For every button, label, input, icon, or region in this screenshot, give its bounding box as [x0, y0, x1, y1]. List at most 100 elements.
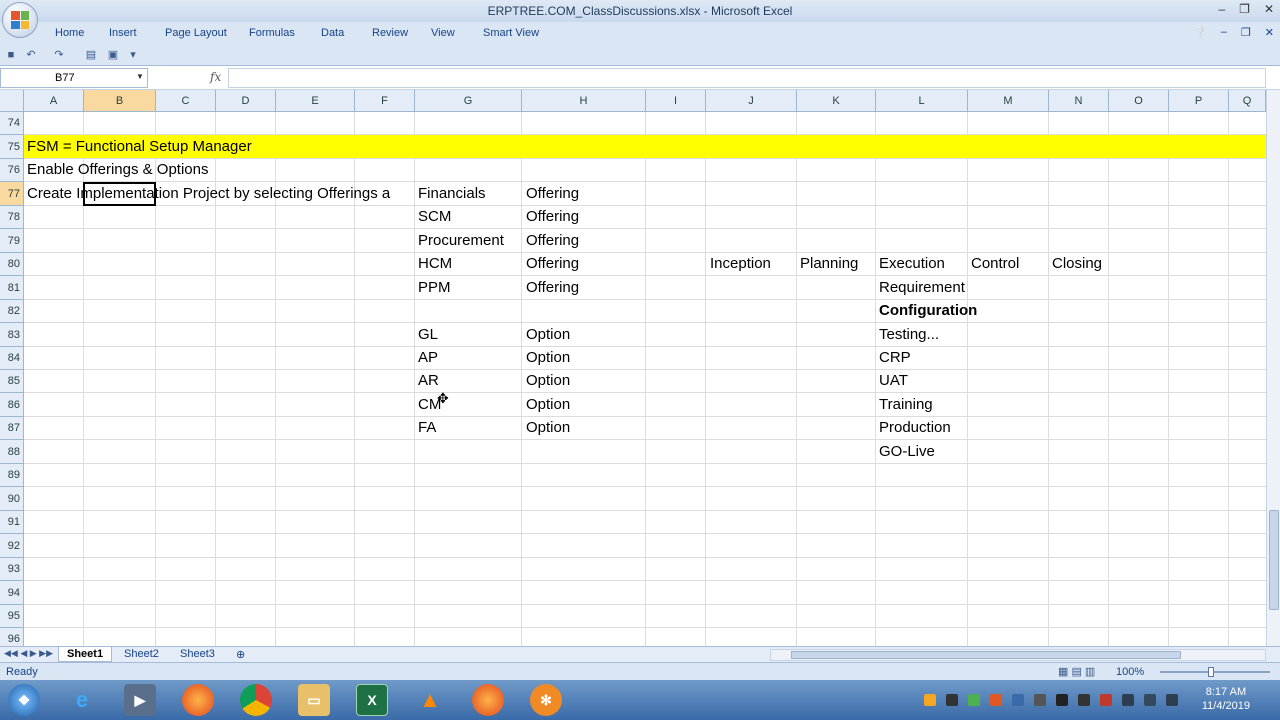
- cell-l87[interactable]: Production: [879, 416, 951, 439]
- row-header-94[interactable]: 94: [0, 581, 24, 605]
- row-header-87[interactable]: 87: [0, 417, 24, 440]
- volume-icon[interactable]: [1144, 694, 1156, 706]
- horizontal-scrollbar[interactable]: [770, 649, 1266, 661]
- row-header-95[interactable]: 95: [0, 605, 24, 628]
- tab-data[interactable]: Data: [321, 27, 344, 39]
- cell-g87[interactable]: FA: [418, 416, 436, 439]
- column-header-f[interactable]: F: [355, 90, 415, 112]
- row-header-92[interactable]: 92: [0, 534, 24, 558]
- redo-icon[interactable]: ↷: [52, 48, 66, 62]
- minimize-button[interactable]: –: [1218, 2, 1225, 16]
- row-header-85[interactable]: 85: [0, 370, 24, 393]
- column-header-k[interactable]: K: [797, 90, 876, 112]
- system-clock[interactable]: 8:17 AM 11/4/2019: [1202, 685, 1250, 713]
- media-player-icon[interactable]: ▶: [124, 684, 156, 716]
- row-header-90[interactable]: 90: [0, 487, 24, 511]
- cell-l81[interactable]: Requirement: [879, 276, 965, 299]
- tray-icon-2[interactable]: [946, 694, 958, 706]
- undo-icon[interactable]: ↶: [24, 48, 38, 62]
- cell-h87[interactable]: Option: [526, 416, 570, 439]
- tab-insert[interactable]: Insert: [109, 27, 137, 39]
- network-icon[interactable]: [1166, 694, 1178, 706]
- ribbon-restore-icon[interactable]: ❐: [1241, 26, 1251, 39]
- tab-page-layout[interactable]: Page Layout: [165, 27, 227, 39]
- cell-a75[interactable]: FSM = Functional Setup Manager: [27, 135, 252, 158]
- sheet-nav-arrows-icon[interactable]: ◀◀ ◀ ▶ ▶▶: [4, 648, 53, 659]
- tab-view[interactable]: View: [431, 27, 455, 39]
- view-mode-icons[interactable]: ▦ ▤ ▥: [1058, 665, 1095, 678]
- print-preview-icon[interactable]: ▣: [106, 48, 120, 62]
- tray-icon-3[interactable]: [968, 694, 980, 706]
- cell-j80[interactable]: Inception: [710, 252, 771, 275]
- cell-h77[interactable]: Offering: [526, 182, 579, 205]
- row-header-96[interactable]: 96: [0, 628, 24, 646]
- cell-l83[interactable]: Testing...: [879, 323, 939, 346]
- save-icon[interactable]: ■: [4, 48, 18, 62]
- tab-sheet1[interactable]: Sheet1: [58, 647, 113, 662]
- vertical-scroll-thumb[interactable]: [1269, 510, 1279, 610]
- row-header-78[interactable]: 78: [0, 206, 24, 229]
- firefox-icon[interactable]: [182, 684, 214, 716]
- row-header-86[interactable]: 86: [0, 393, 24, 417]
- help-icon[interactable]: ❔: [1193, 26, 1207, 39]
- cell-h85[interactable]: Option: [526, 369, 570, 392]
- row-header-74[interactable]: 74: [0, 112, 24, 135]
- column-header-j[interactable]: J: [706, 90, 797, 112]
- column-header-g[interactable]: G: [415, 90, 522, 112]
- active-cell-selection[interactable]: [83, 182, 156, 206]
- cell-h84[interactable]: Option: [526, 346, 570, 369]
- cell-l84[interactable]: CRP: [879, 346, 911, 369]
- column-header-l[interactable]: L: [876, 90, 968, 112]
- tray-icon-10[interactable]: [1122, 694, 1134, 706]
- zoom-slider[interactable]: [1160, 667, 1270, 677]
- cell-l86[interactable]: Training: [879, 393, 933, 416]
- row-header-79[interactable]: 79: [0, 229, 24, 253]
- cell-h78[interactable]: Offering: [526, 205, 579, 228]
- cell-g79[interactable]: Procurement: [418, 229, 504, 252]
- name-box[interactable]: B77: [0, 68, 148, 88]
- tray-icon-7[interactable]: [1056, 694, 1068, 706]
- chrome-icon[interactable]: [240, 684, 272, 716]
- tab-home[interactable]: Home: [55, 27, 84, 39]
- insert-function-icon[interactable]: fx: [210, 70, 221, 84]
- tray-icon-5[interactable]: [1012, 694, 1024, 706]
- cell-l85[interactable]: UAT: [879, 369, 908, 392]
- row-header-83[interactable]: 83: [0, 323, 24, 347]
- tray-icon-6[interactable]: [1034, 694, 1046, 706]
- select-all-corner[interactable]: [0, 90, 24, 112]
- tray-icon-9[interactable]: [1100, 694, 1112, 706]
- spreadsheet-grid[interactable]: A B C D E F G H I J K L M N O P Q 74 75 …: [0, 90, 1280, 646]
- start-button-icon[interactable]: ❖: [8, 684, 40, 716]
- customize-toolbar-icon[interactable]: ▾: [126, 48, 140, 62]
- cell-h81[interactable]: Offering: [526, 276, 579, 299]
- cell-g81[interactable]: PPM: [418, 276, 451, 299]
- column-header-a[interactable]: A: [24, 90, 84, 112]
- cell-g85[interactable]: AR: [418, 369, 439, 392]
- column-header-p[interactable]: P: [1169, 90, 1229, 112]
- column-header-i[interactable]: I: [646, 90, 706, 112]
- open-folder-icon[interactable]: ▤: [84, 48, 98, 62]
- column-header-e[interactable]: E: [276, 90, 355, 112]
- row-header-91[interactable]: 91: [0, 511, 24, 534]
- name-box-dropdown-icon[interactable]: ▼: [136, 72, 144, 81]
- excel-icon[interactable]: X: [356, 684, 388, 716]
- tray-icon-8[interactable]: [1078, 694, 1090, 706]
- cell-a76[interactable]: Enable Offerings & Options: [27, 158, 209, 181]
- internet-explorer-icon[interactable]: e: [66, 684, 98, 716]
- cell-h79[interactable]: Offering: [526, 229, 579, 252]
- zoom-level[interactable]: 100%: [1116, 666, 1144, 678]
- row-header-80[interactable]: 80: [0, 253, 24, 276]
- row-header-76[interactable]: 76: [0, 159, 24, 182]
- firefox-2-icon[interactable]: [472, 684, 504, 716]
- column-header-b[interactable]: B: [84, 90, 156, 112]
- cell-h83[interactable]: Option: [526, 323, 570, 346]
- insert-sheet-icon[interactable]: ⊕: [228, 647, 253, 662]
- restore-button[interactable]: ❐: [1239, 2, 1250, 16]
- formula-input[interactable]: [228, 68, 1266, 88]
- cell-n80[interactable]: Closing: [1052, 252, 1102, 275]
- column-header-m[interactable]: M: [968, 90, 1049, 112]
- close-button[interactable]: ✕: [1264, 2, 1274, 16]
- row-header-82[interactable]: 82: [0, 300, 24, 323]
- tab-sheet2[interactable]: Sheet2: [116, 647, 167, 662]
- column-header-d[interactable]: D: [216, 90, 276, 112]
